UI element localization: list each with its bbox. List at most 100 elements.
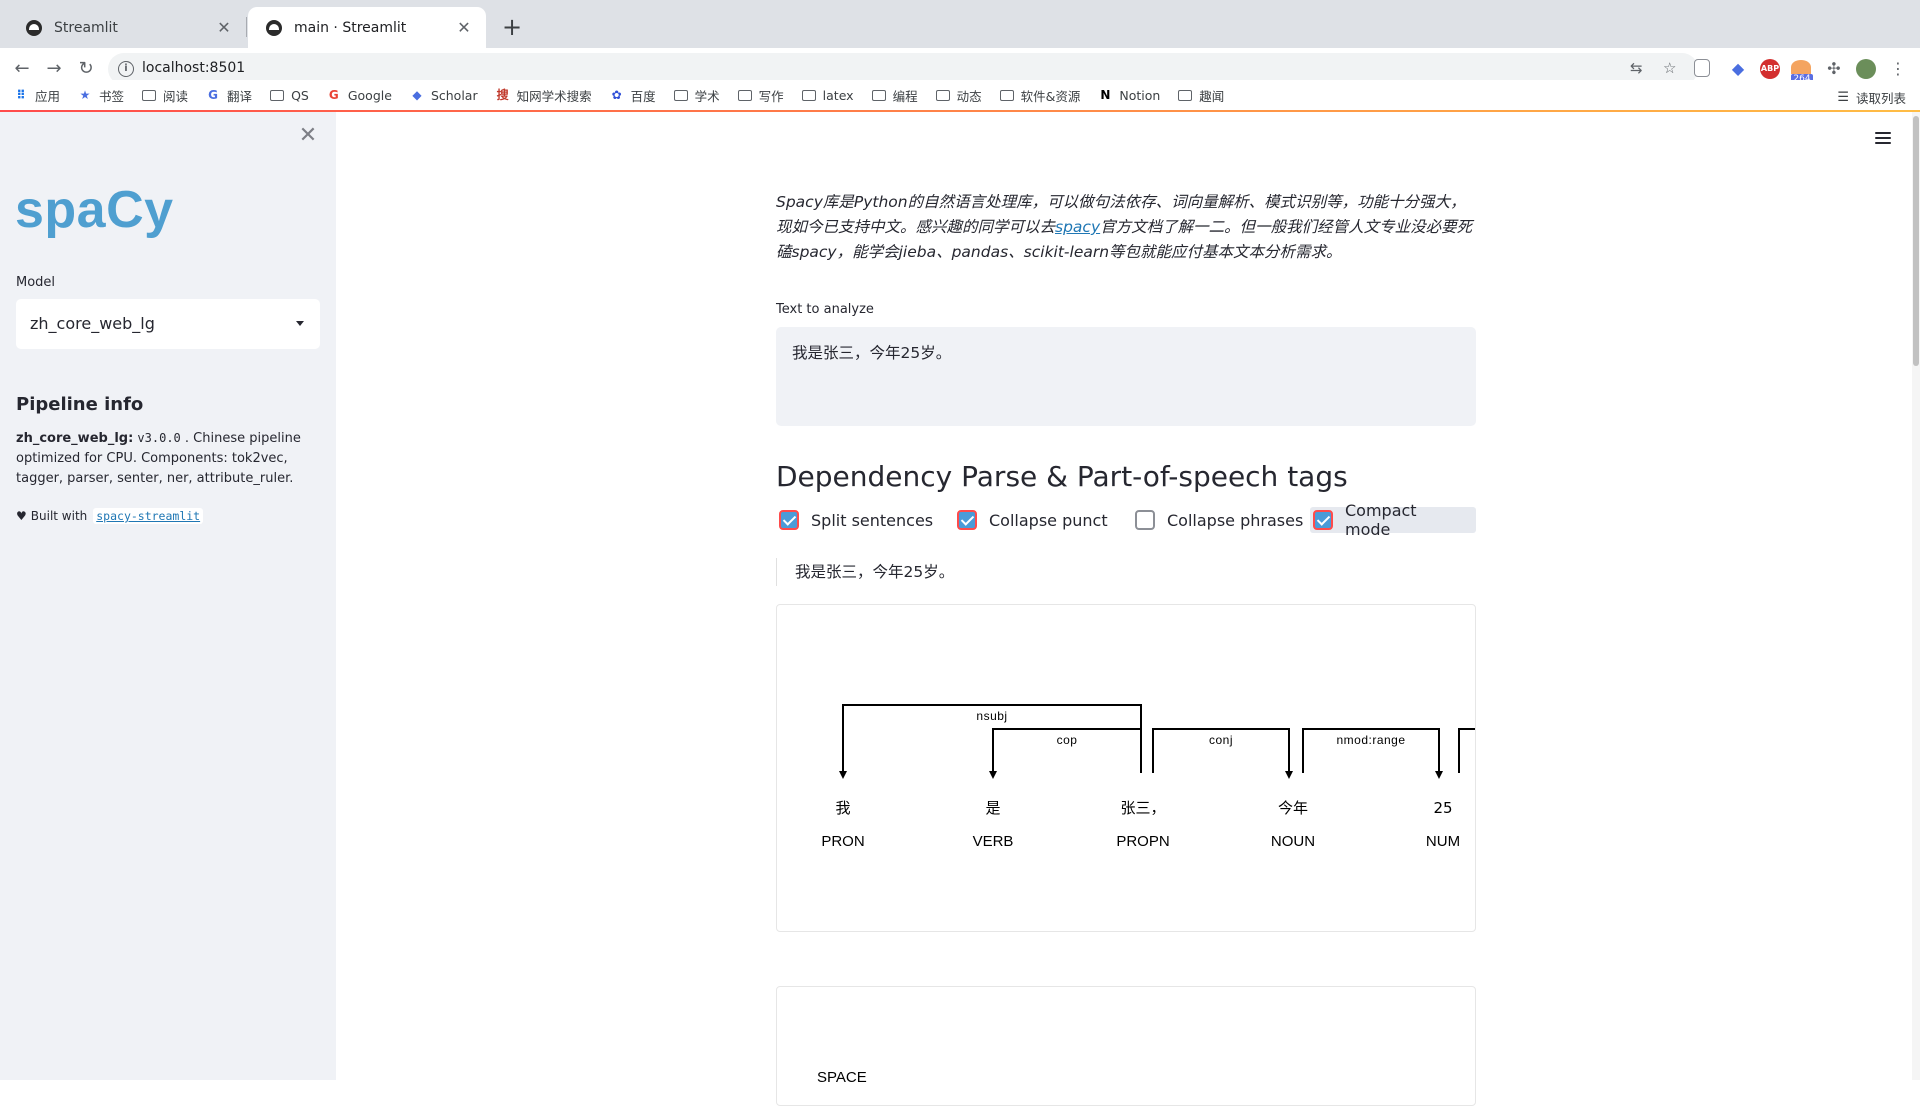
bookmark-item[interactable]: 搜知网学术搜索 bbox=[496, 86, 592, 105]
bookmark-item[interactable]: 编程 bbox=[871, 86, 918, 105]
bookmark-label: latex bbox=[822, 87, 854, 103]
bookmark-item[interactable]: QS bbox=[270, 88, 309, 103]
dependency-visualization: 我 PRON 是 VERB 张三， PROPN 今年 NOUN 25 NUM nsubj cop con… bbox=[776, 604, 1476, 932]
bookmark-item[interactable]: 写作 bbox=[737, 86, 784, 105]
bookmark-label: Google bbox=[347, 87, 392, 103]
bookmark-label: 书签 bbox=[99, 88, 125, 104]
folder-icon bbox=[737, 89, 752, 101]
adblock-extension-icon[interactable]: ABP bbox=[1760, 59, 1780, 79]
bookmark-label: 写作 bbox=[758, 88, 784, 104]
avatar[interactable] bbox=[1856, 59, 1876, 79]
bookmark-item[interactable]: G 翻译 bbox=[206, 86, 252, 105]
puzzle-extensions-icon[interactable]: ✣ bbox=[1824, 59, 1844, 79]
spacy-streamlit-link[interactable]: spacy-streamlit bbox=[93, 508, 204, 524]
dependency-arc bbox=[1458, 728, 1475, 773]
folder-icon bbox=[871, 89, 886, 101]
bookmark-item[interactable]: G Google bbox=[327, 88, 392, 103]
pipeline-version: v3.0.0 bbox=[137, 431, 181, 445]
bookmark-item[interactable]: ⠿ 应用 bbox=[14, 86, 60, 105]
arc-arrowhead bbox=[1435, 771, 1443, 779]
translate-icon[interactable]: ⇆ bbox=[1630, 59, 1643, 77]
text-to-analyze-input[interactable]: 我是张三，今年25岁。 bbox=[776, 327, 1476, 426]
collapse-phrases-checkbox[interactable]: Collapse phrases bbox=[1132, 507, 1303, 533]
bookmark-item[interactable]: ◆ Scholar bbox=[410, 88, 477, 103]
model-select[interactable]: zh_core_web_lg bbox=[16, 299, 320, 349]
scholar-extension-icon[interactable]: ◆ bbox=[1728, 59, 1748, 79]
bookmark-item[interactable]: ★ 书签 bbox=[78, 86, 124, 105]
heart-icon: ♥ bbox=[16, 509, 27, 523]
collapse-punct-checkbox[interactable]: Collapse punct bbox=[954, 507, 1108, 533]
folder-icon bbox=[142, 89, 157, 101]
url-text[interactable]: localhost:8501 bbox=[142, 60, 245, 76]
bookmark-star-icon[interactable]: ☆ bbox=[1663, 59, 1676, 77]
token-pos-tag: NOUN bbox=[1271, 833, 1315, 850]
close-sidebar-icon[interactable]: ✕ bbox=[298, 125, 318, 147]
main-scrollbar[interactable] bbox=[1912, 112, 1920, 1080]
browser-tab[interactable]: Streamlit ✕ bbox=[8, 7, 246, 48]
document-extension-icon[interactable] bbox=[1694, 59, 1710, 77]
parse-options: Split sentences Collapse punct Collapse … bbox=[776, 501, 1476, 539]
tab-close-icon[interactable]: ✕ bbox=[454, 18, 474, 37]
checkbox-checked-icon[interactable] bbox=[1313, 510, 1333, 530]
back-arrow-icon[interactable]: ← bbox=[9, 56, 35, 82]
checkbox-checked-icon[interactable] bbox=[779, 510, 799, 530]
bookmark-item[interactable]: 动态 bbox=[935, 86, 982, 105]
token-text: 今年 bbox=[1278, 799, 1308, 817]
reading-list-icon: ☰ bbox=[1837, 90, 1849, 105]
streamlit-favicon-icon bbox=[266, 19, 282, 36]
forward-arrow-icon[interactable]: → bbox=[41, 56, 67, 82]
main-content: Spacy库是Python的自然语言处理库，可以做句法依存、词向量解析、模式识别… bbox=[336, 112, 1920, 1106]
bookmark-item[interactable]: ✿ 百度 bbox=[610, 86, 656, 105]
folder-icon bbox=[1178, 89, 1193, 101]
space-token-tag: SPACE bbox=[817, 1069, 867, 1086]
bookmark-item[interactable]: 软件&资源 bbox=[999, 86, 1080, 105]
folder-icon bbox=[935, 89, 950, 101]
folder-icon bbox=[801, 89, 816, 101]
arc-arrowhead bbox=[989, 771, 997, 779]
hamburger-menu-icon[interactable] bbox=[1875, 132, 1891, 144]
bookmark-item[interactable]: N Notion bbox=[1098, 88, 1160, 103]
built-with-text: Built with bbox=[30, 509, 88, 523]
intro-paragraph: Spacy库是Python的自然语言处理库，可以做句法依存、词向量解析、模式识别… bbox=[776, 190, 1476, 265]
arc-arrowhead bbox=[839, 771, 847, 779]
token-pos-tag: PROPN bbox=[1116, 833, 1169, 850]
checkbox-checked-icon[interactable] bbox=[957, 510, 977, 530]
bookmark-item[interactable]: 趣闻 bbox=[1178, 86, 1224, 105]
cnki-icon: 搜 bbox=[496, 88, 509, 102]
bookmark-item[interactable]: 学术 bbox=[673, 86, 720, 105]
second-visualization: SPACE bbox=[776, 986, 1476, 1106]
bookmark-label: 知网学术搜索 bbox=[516, 88, 592, 104]
site-info-icon[interactable]: i bbox=[118, 61, 134, 77]
arc-label: nsubj bbox=[976, 709, 1007, 723]
option-label: Compact mode bbox=[1345, 501, 1417, 539]
bookmark-item[interactable]: 阅读 bbox=[142, 86, 188, 105]
pipeline-name: zh_core_web_lg: bbox=[16, 431, 134, 446]
arc-label: conj bbox=[1209, 733, 1233, 747]
tab-close-icon[interactable]: ✕ bbox=[214, 18, 234, 37]
tab-separator bbox=[246, 17, 247, 37]
bookmark-item[interactable]: latex bbox=[801, 87, 854, 103]
bookmark-label: Notion bbox=[1119, 87, 1161, 103]
spacy-logo: spaCy bbox=[15, 181, 174, 239]
streamlit-favicon-icon bbox=[26, 19, 42, 36]
scrollbar-thumb[interactable] bbox=[1913, 116, 1919, 366]
compact-mode-checkbox[interactable]: Compact mode bbox=[1310, 501, 1476, 539]
new-tab-button[interactable]: + bbox=[498, 14, 526, 42]
token-text: 是 bbox=[985, 799, 1000, 817]
section-title: Dependency Parse & Part-of-speech tags bbox=[776, 460, 1348, 493]
reading-list-button[interactable]: ☰ 读取列表 bbox=[1837, 88, 1906, 107]
caret-down-icon bbox=[296, 321, 304, 326]
browser-tab-active[interactable]: main · Streamlit ✕ bbox=[248, 7, 486, 48]
rainbow-extension-icon[interactable] bbox=[1791, 60, 1811, 74]
star-icon: ★ bbox=[79, 88, 91, 102]
reload-icon[interactable]: ↻ bbox=[73, 56, 99, 82]
checkbox-unchecked-icon[interactable] bbox=[1135, 510, 1155, 530]
spacy-docs-link[interactable]: spacy bbox=[1055, 218, 1100, 236]
apps-grid-icon: ⠿ bbox=[16, 88, 26, 102]
split-sentences-checkbox[interactable]: Split sentences bbox=[776, 507, 933, 533]
token-pos-tag: NUM bbox=[1426, 833, 1460, 850]
token-text: 我 bbox=[835, 799, 850, 817]
browser-menu-icon[interactable]: ⋮ bbox=[1888, 59, 1908, 79]
bookmark-label: QS bbox=[291, 87, 309, 103]
token-pos-tag: VERB bbox=[973, 833, 1014, 850]
